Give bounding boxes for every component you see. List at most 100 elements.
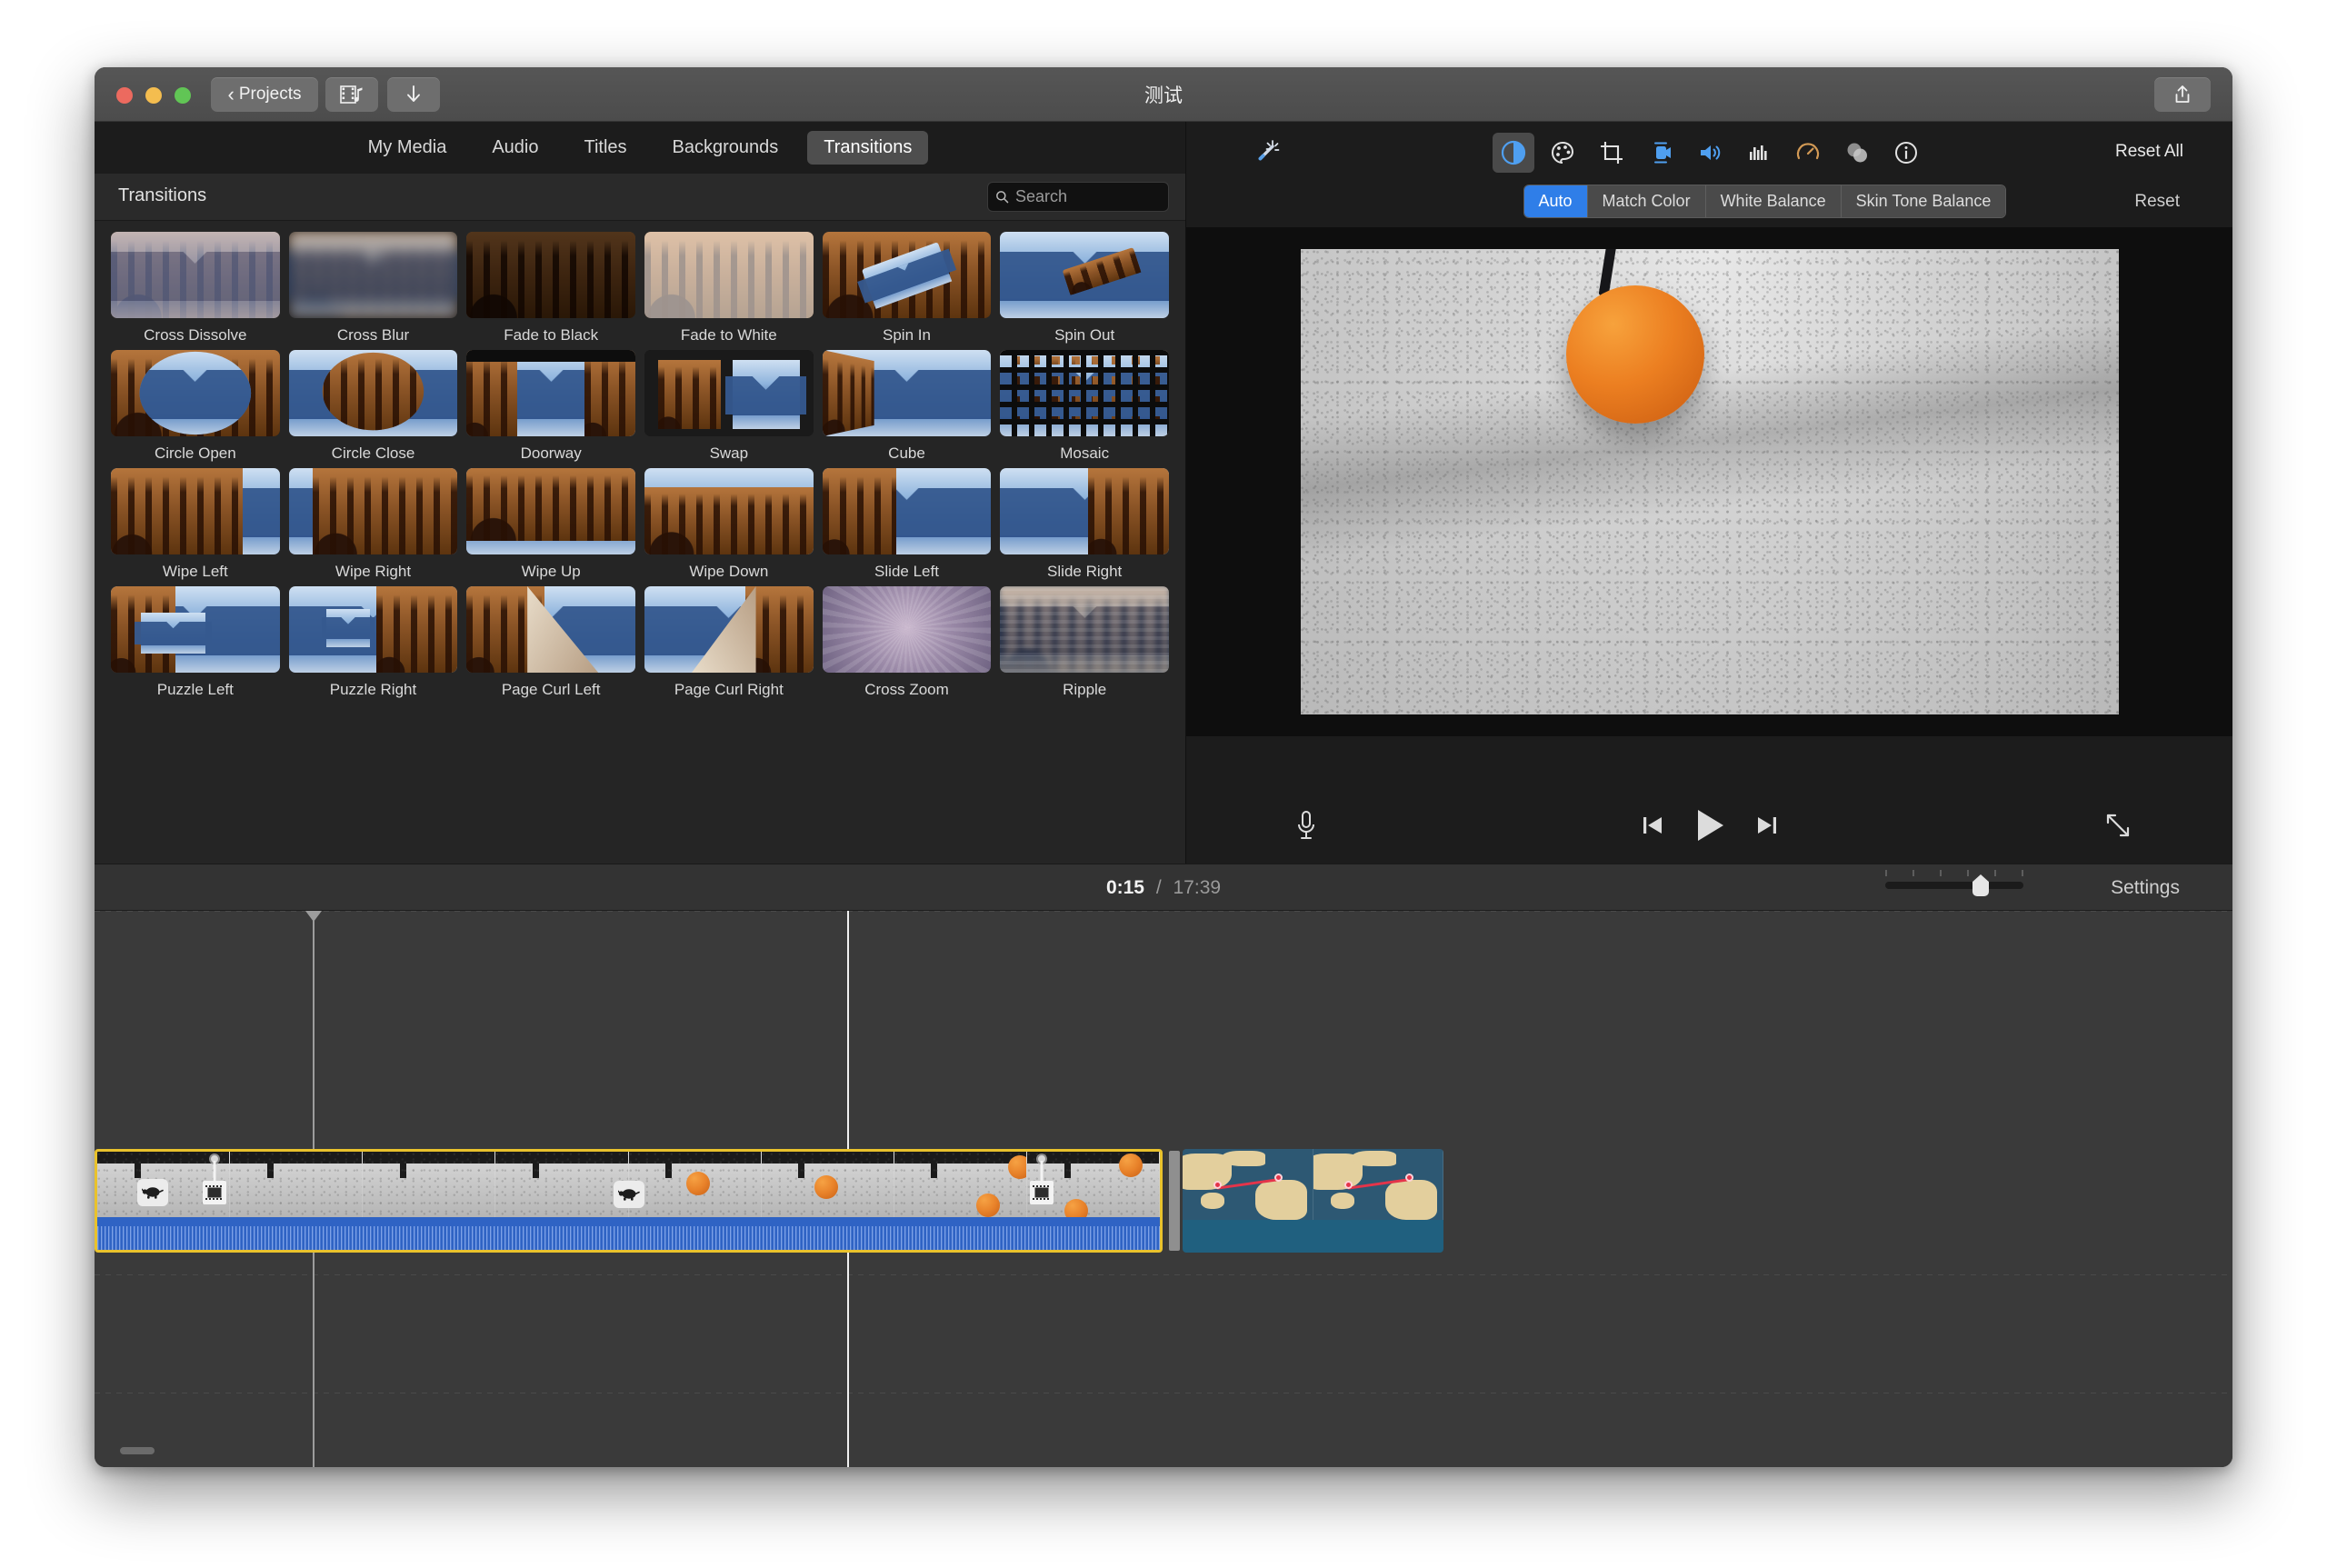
skip-to-start-button[interactable] bbox=[1639, 812, 1666, 844]
microphone-icon[interactable] bbox=[1293, 809, 1319, 848]
transition-item[interactable]: Slide Left bbox=[823, 468, 992, 581]
segment-white-balance[interactable]: White Balance bbox=[1706, 185, 1842, 217]
transition-label: Wipe Left bbox=[163, 563, 228, 581]
transition-thumbnail[interactable] bbox=[111, 350, 280, 436]
transition-item[interactable]: Page Curl Left bbox=[466, 586, 635, 699]
clip-trim-handle[interactable] bbox=[1169, 1151, 1180, 1251]
transition-item[interactable]: Slide Right bbox=[1000, 468, 1169, 581]
transition-thumbnail[interactable] bbox=[111, 468, 280, 554]
transition-thumbnail[interactable] bbox=[1000, 350, 1169, 436]
transition-label: Wipe Down bbox=[689, 563, 768, 581]
table-row[interactable] bbox=[1183, 1149, 1443, 1253]
inspector-icon-row bbox=[1493, 133, 1927, 173]
color-balance-icon[interactable] bbox=[1493, 133, 1534, 173]
speed-icon[interactable] bbox=[1787, 133, 1829, 173]
tab-titles[interactable]: Titles bbox=[567, 131, 643, 165]
clip-frame bbox=[894, 1152, 1027, 1223]
transition-item[interactable]: Wipe Left bbox=[111, 468, 280, 581]
reset-all-button[interactable]: Reset All bbox=[2115, 142, 2183, 162]
search-input[interactable] bbox=[1015, 187, 1161, 206]
project-title-text: 测试 bbox=[1144, 81, 1183, 108]
stabilization-icon[interactable] bbox=[1640, 133, 1682, 173]
tab-transitions[interactable]: Transitions bbox=[807, 131, 928, 165]
magic-wand-icon[interactable] bbox=[1250, 136, 1283, 169]
transition-item[interactable]: Doorway bbox=[466, 350, 635, 463]
info-icon[interactable] bbox=[1885, 133, 1927, 173]
transition-thumbnail[interactable] bbox=[466, 468, 635, 554]
crop-icon[interactable] bbox=[1591, 133, 1633, 173]
transition-thumbnail[interactable] bbox=[289, 586, 458, 673]
clip-filter-icon[interactable] bbox=[1836, 133, 1878, 173]
transition-thumbnail[interactable] bbox=[823, 232, 992, 318]
transition-preview bbox=[111, 350, 280, 436]
transition-item[interactable]: Page Curl Right bbox=[644, 586, 814, 699]
transition-thumbnail[interactable] bbox=[644, 468, 814, 554]
play-button[interactable] bbox=[1693, 807, 1726, 848]
transition-thumbnail[interactable] bbox=[644, 350, 814, 436]
volume-icon[interactable] bbox=[1689, 133, 1731, 173]
transition-thumbnail[interactable] bbox=[289, 232, 458, 318]
transition-item[interactable]: Cross Zoom bbox=[823, 586, 992, 699]
tab-audio[interactable]: Audio bbox=[475, 131, 554, 165]
transition-thumbnail[interactable] bbox=[466, 232, 635, 318]
transition-item[interactable]: Puzzle Left bbox=[111, 586, 280, 699]
freeze-frame-badge[interactable] bbox=[203, 1181, 226, 1204]
transition-item[interactable]: Mosaic bbox=[1000, 350, 1169, 463]
transition-label: Slide Left bbox=[874, 563, 939, 581]
timeline-scrollbar[interactable] bbox=[120, 1447, 155, 1454]
transitions-grid-scroll[interactable]: Cross DissolveCross BlurFade to BlackFad… bbox=[95, 221, 1185, 864]
slow-motion-badge[interactable] bbox=[137, 1179, 168, 1206]
timeline-settings-button[interactable]: Settings bbox=[2111, 877, 2180, 899]
transition-thumbnail[interactable] bbox=[111, 586, 280, 673]
transition-item[interactable]: Cube bbox=[823, 350, 992, 463]
transition-thumbnail[interactable] bbox=[823, 350, 992, 436]
current-time: 0:15 bbox=[1106, 877, 1144, 898]
transition-thumbnail[interactable] bbox=[644, 586, 814, 673]
table-row[interactable] bbox=[95, 1149, 1163, 1253]
transition-item[interactable]: Cross Dissolve bbox=[111, 232, 280, 345]
reset-button[interactable]: Reset bbox=[2134, 192, 2180, 212]
transition-item[interactable]: Wipe Down bbox=[644, 468, 814, 581]
noise-reduction-icon[interactable] bbox=[1738, 133, 1780, 173]
transition-item[interactable]: Puzzle Right bbox=[289, 586, 458, 699]
transition-preview bbox=[289, 586, 458, 673]
transition-item[interactable]: Swap bbox=[644, 350, 814, 463]
segment-match-color[interactable]: Match Color bbox=[1588, 185, 1706, 217]
transition-item[interactable]: Ripple bbox=[1000, 586, 1169, 699]
timeline[interactable] bbox=[95, 911, 2232, 1467]
transition-item[interactable]: Spin In bbox=[823, 232, 992, 345]
slow-motion-badge[interactable] bbox=[614, 1181, 644, 1208]
transition-item[interactable]: Wipe Up bbox=[466, 468, 635, 581]
transition-thumbnail[interactable] bbox=[823, 468, 992, 554]
transition-preview bbox=[466, 586, 635, 673]
timecode-separator: / bbox=[1156, 877, 1162, 898]
transition-thumbnail[interactable] bbox=[1000, 232, 1169, 318]
transition-thumbnail[interactable] bbox=[289, 350, 458, 436]
transition-thumbnail[interactable] bbox=[111, 232, 280, 318]
transition-thumbnail[interactable] bbox=[1000, 468, 1169, 554]
segment-skin-tone-balance[interactable]: Skin Tone Balance bbox=[1842, 185, 2006, 217]
transition-item[interactable]: Fade to Black bbox=[466, 232, 635, 345]
transition-item[interactable]: Fade to White bbox=[644, 232, 814, 345]
freeze-frame-badge[interactable] bbox=[1030, 1181, 1054, 1204]
skip-to-end-button[interactable] bbox=[1753, 812, 1781, 844]
color-correction-icon[interactable] bbox=[1542, 133, 1583, 173]
transition-item[interactable]: Spin Out bbox=[1000, 232, 1169, 345]
transition-item[interactable]: Circle Open bbox=[111, 350, 280, 463]
segment-auto[interactable]: Auto bbox=[1524, 185, 1588, 217]
transition-thumbnail[interactable] bbox=[1000, 586, 1169, 673]
share-button[interactable] bbox=[2154, 77, 2211, 112]
transition-thumbnail[interactable] bbox=[466, 586, 635, 673]
tab-backgrounds[interactable]: Backgrounds bbox=[656, 131, 795, 165]
transition-thumbnail[interactable] bbox=[644, 232, 814, 318]
transition-item[interactable]: Wipe Right bbox=[289, 468, 458, 581]
transition-thumbnail[interactable] bbox=[466, 350, 635, 436]
search-field[interactable] bbox=[987, 182, 1169, 212]
timeline-zoom-slider[interactable] bbox=[1885, 882, 2023, 889]
transition-thumbnail[interactable] bbox=[823, 586, 992, 673]
expand-icon[interactable] bbox=[2103, 811, 2132, 844]
transition-item[interactable]: Cross Blur bbox=[289, 232, 458, 345]
tab-my-media[interactable]: My Media bbox=[352, 131, 464, 165]
transition-item[interactable]: Circle Close bbox=[289, 350, 458, 463]
transition-thumbnail[interactable] bbox=[289, 468, 458, 554]
